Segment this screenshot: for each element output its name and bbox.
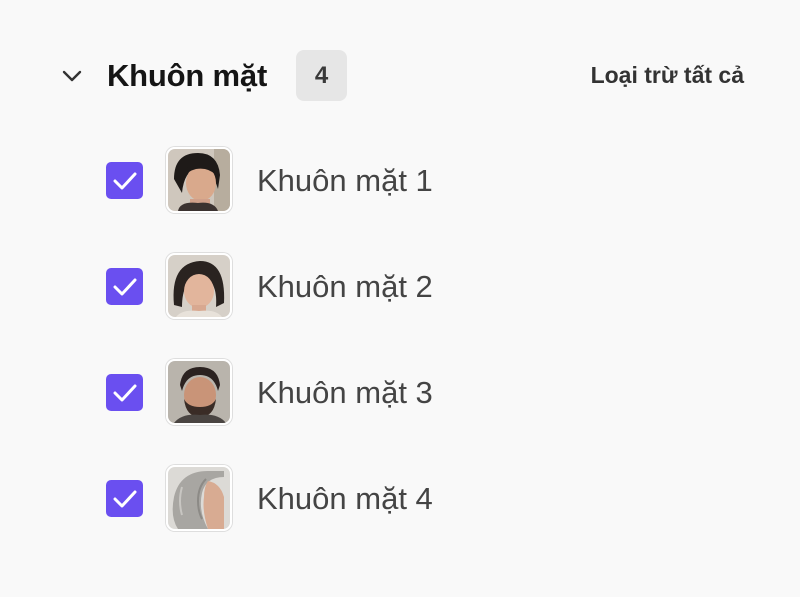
checkmark-icon [113,278,136,295]
face-4-checkbox[interactable] [106,480,143,517]
face-1-checkbox[interactable] [106,162,143,199]
face-2-checkbox[interactable] [106,268,143,305]
faces-section-header: Khuôn mặt 4 Loại trừ tất cả [0,50,800,102]
face-row[interactable]: Khuôn mặt 2 [0,253,800,359]
face-row[interactable]: Khuôn mặt 1 [0,147,800,253]
chevron-down-icon[interactable] [58,62,86,90]
checkmark-icon [113,490,136,507]
checkmark-icon [113,384,136,401]
faces-panel: Khuôn mặt 4 Loại trừ tất cả Khuôn mặt 1 … [0,0,800,597]
face-2-label: Khuôn mặt 2 [257,269,433,304]
face-4-thumbnail [166,465,232,531]
exclude-all-button[interactable]: Loại trừ tất cả [591,60,744,90]
face-row[interactable]: Khuôn mặt 3 [0,359,800,465]
face-3-thumbnail [166,359,232,425]
face-3-checkbox[interactable] [106,374,143,411]
face-row[interactable]: Khuôn mặt 4 [0,465,800,571]
face-list: Khuôn mặt 1 Khuôn mặt 2 Khuôn mặt 3 Khuô… [0,147,800,571]
face-2-thumbnail [166,253,232,319]
face-1-thumbnail [166,147,232,213]
face-3-label: Khuôn mặt 3 [257,375,433,410]
count-badge: 4 [296,50,347,101]
checkmark-icon [113,172,136,189]
face-4-label: Khuôn mặt 4 [257,481,433,516]
section-title: Khuôn mặt [107,58,268,93]
face-1-label: Khuôn mặt 1 [257,163,433,198]
